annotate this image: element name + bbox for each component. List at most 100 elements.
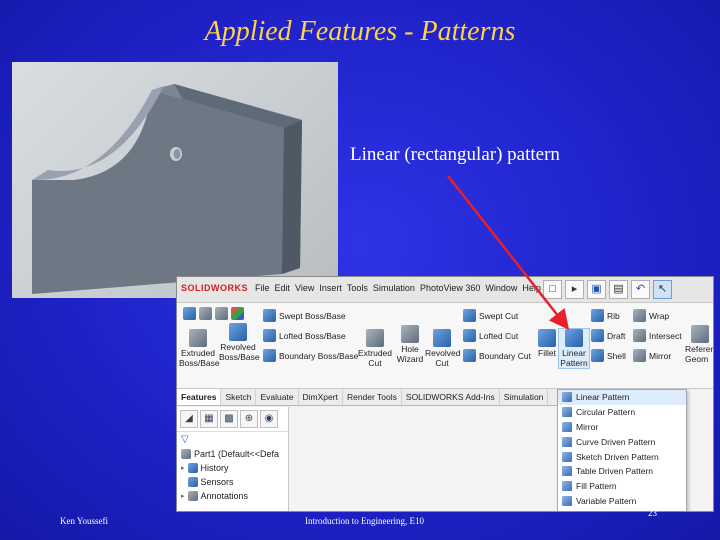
menu-simulation[interactable]: Simulation	[373, 283, 415, 293]
fillet-label: Fillet	[538, 348, 556, 358]
command-manager-ribbon: Extruded Boss/Base Revolved Boss/Base Sw…	[177, 303, 713, 389]
draft-button[interactable]: Draft	[591, 329, 625, 342]
draft-label: Draft	[607, 330, 626, 341]
menu-bar: File Edit View Insert Tools Simulation P…	[255, 283, 541, 293]
menu-photoview[interactable]: PhotoView 360	[420, 283, 480, 293]
swept-cut-button[interactable]: Swept Cut	[463, 309, 518, 322]
select-pointer-icon[interactable]: ↖	[653, 280, 672, 299]
extruded-boss-button[interactable]: Extruded Boss/Base	[179, 329, 220, 368]
quick-access-toolbar: □ ▸ ▣ ▤ ↶ ↖	[543, 280, 672, 299]
tab-render-tools[interactable]: Render Tools	[343, 389, 402, 405]
annotations-icon	[187, 491, 198, 501]
tree-row-annotations[interactable]: ▸ Annotations	[177, 489, 288, 503]
wrap-button[interactable]: Wrap	[633, 309, 669, 322]
fillet-icon	[538, 329, 556, 347]
swept-boss-button[interactable]: Swept Boss/Base	[263, 309, 346, 322]
linear-pattern-button[interactable]: Linear Pattern	[558, 328, 590, 369]
part-side-face	[32, 90, 284, 294]
save-icon[interactable]: ▣	[587, 280, 606, 299]
revolved-boss-label: Revolved Boss/Base	[219, 342, 260, 362]
revolved-cut-button[interactable]: Revolved Cut	[425, 329, 460, 368]
menu-item-curve-driven-pattern[interactable]: Curve Driven Pattern	[558, 434, 686, 449]
shell-button[interactable]: Shell	[591, 349, 626, 362]
menu-item-sketch-driven-pattern[interactable]: Sketch Driven Pattern	[558, 449, 686, 464]
menu-file[interactable]: File	[255, 283, 270, 293]
swept-boss-icon	[263, 309, 276, 322]
instant3d-icon[interactable]	[183, 307, 196, 320]
tree-history-label: History	[200, 463, 229, 473]
tab-dimxpert[interactable]: DimXpert	[299, 389, 343, 405]
reference-geometry-icon	[691, 325, 709, 343]
revolved-cut-icon	[433, 329, 451, 347]
shell-label: Shell	[607, 350, 626, 361]
select-icon[interactable]	[215, 307, 228, 320]
dimxpert-manager-icon[interactable]: ⊕	[240, 410, 258, 428]
open-folder-icon[interactable]: ▸	[565, 280, 584, 299]
boundary-boss-icon	[263, 349, 276, 362]
menu-insert[interactable]: Insert	[319, 283, 342, 293]
extruded-boss-label: Extruded Boss/Base	[179, 348, 220, 368]
menu-item-variable-pattern[interactable]: Variable Pattern	[558, 494, 686, 509]
rib-button[interactable]: Rib	[591, 309, 620, 322]
tab-sketch[interactable]: Sketch	[221, 389, 257, 405]
property-manager-icon[interactable]: ▦	[200, 410, 218, 428]
appearance-icon[interactable]	[231, 307, 244, 320]
expand-arrow-icon[interactable]: ▸	[181, 492, 185, 500]
solidworks-logo: SOLIDWORKS	[181, 283, 248, 293]
menu-view[interactable]: View	[295, 283, 314, 293]
fill-pattern-icon	[562, 481, 572, 492]
new-document-icon[interactable]: □	[543, 280, 562, 299]
ribbon-small-tools	[183, 307, 244, 320]
slide-number: 23	[648, 508, 657, 518]
expand-arrow-icon[interactable]: ▸	[181, 464, 185, 472]
grid-icon[interactable]	[199, 307, 212, 320]
menu-help[interactable]: Help	[522, 283, 541, 293]
table-driven-pattern-icon	[562, 466, 572, 477]
menu-item-fill-pattern[interactable]: Fill Pattern	[558, 479, 686, 494]
swept-cut-label: Swept Cut	[479, 310, 519, 321]
boundary-boss-button[interactable]: Boundary Boss/Base	[263, 349, 358, 362]
menu-item-mirror[interactable]: Mirror	[558, 420, 686, 435]
intersect-label: Intersect	[649, 330, 682, 341]
lofted-boss-icon	[263, 329, 276, 342]
tab-addins[interactable]: SOLIDWORKS Add-Ins	[402, 389, 500, 405]
feature-manager-panel: ◢ ▦ ▩ ⊕ ◉ ▽ Part1 (Default<<Defa ▸ Histo…	[177, 407, 289, 511]
solidworks-window: SOLIDWORKS File Edit View Insert Tools S…	[176, 276, 714, 512]
lofted-cut-button[interactable]: Lofted Cut	[463, 329, 518, 342]
tab-evaluate[interactable]: Evaluate	[256, 389, 299, 405]
menu-item-table-driven-pattern[interactable]: Table Driven Pattern	[558, 464, 686, 479]
part-icon	[181, 449, 191, 459]
intersect-button[interactable]: Intersect	[633, 329, 682, 342]
display-manager-icon[interactable]: ◉	[260, 410, 278, 428]
variable-pattern-icon	[562, 495, 572, 506]
reference-geometry-button[interactable]: Reference Geom	[685, 325, 713, 364]
tab-features[interactable]: Features	[177, 389, 222, 405]
configuration-manager-icon[interactable]: ▩	[220, 410, 238, 428]
menu-window[interactable]: Window	[485, 283, 517, 293]
reference-geometry-label: Reference Geom	[685, 344, 713, 364]
lofted-boss-button[interactable]: Lofted Boss/Base	[263, 329, 346, 342]
feature-manager-icon[interactable]: ◢	[180, 410, 198, 428]
tab-simulation[interactable]: Simulation	[500, 389, 549, 405]
revolved-boss-button[interactable]: Revolved Boss/Base	[219, 323, 260, 362]
mirror-button[interactable]: Mirror	[633, 349, 671, 362]
tree-row-history[interactable]: ▸ History	[177, 461, 288, 475]
menu-edit[interactable]: Edit	[275, 283, 291, 293]
menu-item-linear-pattern[interactable]: Linear Pattern	[558, 390, 686, 405]
swept-cut-icon	[463, 309, 476, 322]
extruded-cut-button[interactable]: Extruded Cut	[357, 329, 393, 368]
tree-row-sensors[interactable]: ▸ Sensors	[177, 475, 288, 489]
boundary-cut-button[interactable]: Boundary Cut	[463, 349, 531, 362]
intersect-icon	[633, 329, 646, 342]
tree-row-part[interactable]: Part1 (Default<<Defa	[177, 447, 288, 461]
fillet-button[interactable]: Fillet	[535, 329, 559, 358]
print-icon[interactable]: ▤	[609, 280, 628, 299]
panel-tabs: ◢ ▦ ▩ ⊕ ◉	[177, 407, 288, 432]
hole-wizard-button[interactable]: Hole Wizard	[395, 325, 425, 364]
footer-course: Introduction to Engineering, E10	[305, 516, 424, 526]
menu-item-circular-pattern[interactable]: Circular Pattern	[558, 405, 686, 420]
filter-icon[interactable]: ▽	[177, 432, 288, 447]
undo-icon[interactable]: ↶	[631, 280, 650, 299]
menu-tools[interactable]: Tools	[347, 283, 368, 293]
boundary-boss-label: Boundary Boss/Base	[279, 350, 359, 361]
